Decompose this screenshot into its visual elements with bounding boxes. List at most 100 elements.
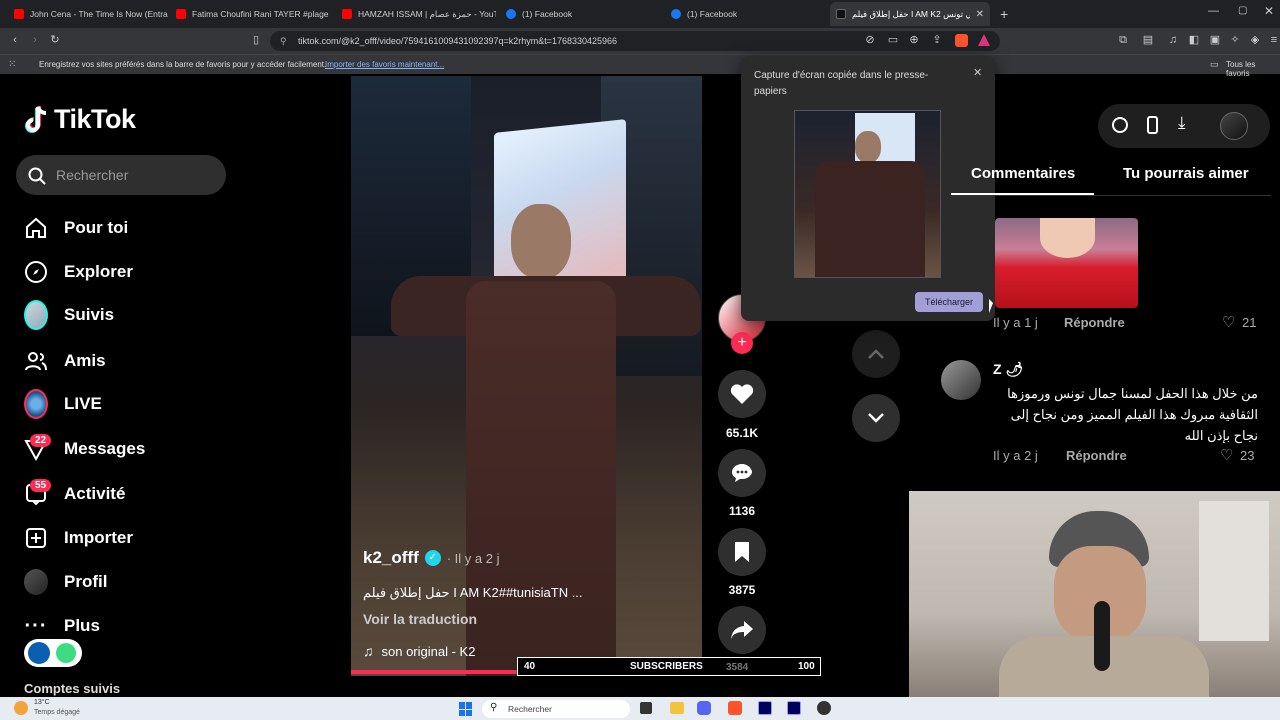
browser-tab[interactable]: Fatima Choufini Rani TAYER #plage # (170, 4, 330, 24)
tab-label: John Cena - The Time Is Now (Entran (30, 9, 168, 19)
maximize-icon[interactable]: ▢ (1238, 5, 1247, 16)
compass-icon (24, 260, 48, 284)
bookmarks-bar: ⁙ Enregistrez vos sites préférés dans la… (0, 54, 1280, 78)
music-icon[interactable]: ♫ (1167, 34, 1179, 46)
share-arrow-icon (731, 621, 753, 639)
video-player[interactable]: k2_offf ✓ · Il y a 2 j حفل إطلاق فيلم I … (351, 76, 702, 676)
webcam-overlay (909, 491, 1280, 697)
video-author[interactable]: k2_offf (363, 548, 419, 568)
browser-tab[interactable]: HAMZAH ISSAM | حمزة عصام - YouTu (336, 4, 496, 24)
phone-icon[interactable] (1147, 116, 1158, 134)
share-button[interactable] (718, 606, 766, 654)
brave-shield-icon[interactable] (955, 34, 968, 47)
goal-label: SUBSCRIBERS (630, 661, 703, 672)
site-info-icon[interactable]: ⚲ (280, 31, 287, 51)
comment-time: Il y a 2 j (993, 448, 1038, 463)
comment-image[interactable] (995, 218, 1138, 308)
nav-live[interactable]: LIVE (24, 389, 102, 419)
after-effects-icon[interactable] (787, 701, 801, 715)
media-icon[interactable]: ⊘ (864, 34, 876, 46)
commenter-name[interactable]: Z 🌶 (993, 361, 1023, 378)
sound-row[interactable]: ♫ son original - K2 (363, 643, 475, 659)
close-window-icon[interactable]: ✕ (1264, 4, 1274, 18)
browser-toolbar: ‹ › ↻ ▯ ⚲ tiktok.com/@k2_offf/video/7594… (0, 28, 1280, 54)
previous-video-button[interactable] (852, 330, 900, 378)
vpn-icon[interactable]: ◈ (1249, 34, 1261, 46)
tab-tu-pourrais-aimer[interactable]: Tu pourrais aimer (1123, 165, 1249, 182)
webcam-microphone (1094, 601, 1110, 671)
weather-icon[interactable] (14, 701, 28, 715)
heart-outline-icon[interactable]: ♡ (1222, 313, 1235, 331)
tab-commentaires[interactable]: Commentaires (971, 165, 1075, 182)
home-icon (24, 216, 48, 240)
import-bookmarks-link[interactable]: Importer des favoris maintenant... (325, 60, 444, 69)
share-icon[interactable]: ⇪ (931, 34, 943, 46)
discord-icon[interactable] (697, 701, 711, 715)
chevron-down-icon (868, 413, 884, 423)
reply-button[interactable]: Répondre (1066, 448, 1127, 463)
tiktok-logo[interactable]: TikTok (24, 104, 136, 135)
download-button[interactable]: Télécharger (915, 292, 983, 312)
app-toggle[interactable] (24, 639, 82, 667)
ai-icon[interactable]: ✧ (1229, 34, 1241, 46)
wallet-icon[interactable]: ▣ (1209, 34, 1221, 46)
coins-icon[interactable] (1112, 117, 1128, 133)
browser-tab[interactable]: (1) Facebook (500, 4, 660, 24)
back-icon[interactable]: ‹ (9, 34, 21, 46)
brave-rewards-icon[interactable] (978, 34, 990, 46)
nav-profil[interactable]: Profil (24, 569, 107, 595)
nav-plus[interactable]: ··· Plus (24, 614, 100, 638)
brave-icon[interactable] (728, 701, 742, 715)
user-avatar[interactable] (1220, 112, 1248, 140)
avatar-icon (24, 300, 48, 330)
minimize-icon[interactable]: — (1208, 5, 1219, 17)
see-translation-link[interactable]: Voir la traduction (363, 611, 477, 627)
menu-icon[interactable]: ≡ (1268, 34, 1280, 46)
reload-icon[interactable]: ↻ (49, 34, 61, 46)
premiere-icon[interactable] (758, 701, 772, 715)
logo-text: TikTok (54, 104, 136, 134)
save-button[interactable] (718, 528, 766, 576)
mouse-cursor-icon (989, 299, 993, 313)
download-icon[interactable]: ⤓ (1178, 113, 1186, 133)
windows-start-icon[interactable] (459, 702, 473, 716)
all-bookmarks[interactable]: Tous les favoris (1226, 60, 1280, 78)
goal-end: 100 (798, 661, 815, 672)
cast-icon[interactable]: ▭ (887, 34, 899, 46)
extensions-icon[interactable]: ⧉ (1117, 34, 1129, 46)
next-video-button[interactable] (852, 394, 900, 442)
apps-icon[interactable]: ⁙ (8, 59, 16, 70)
new-tab-icon[interactable]: + (1000, 6, 1008, 22)
reply-button[interactable]: Répondre (1064, 315, 1125, 330)
split-view-icon[interactable]: ◧ (1188, 34, 1200, 46)
tab-label: (1) Facebook (522, 9, 573, 19)
obs-icon[interactable] (817, 701, 831, 715)
nav-suivis[interactable]: Suivis (24, 300, 114, 330)
file-explorer-icon[interactable] (670, 702, 684, 714)
nav-importer[interactable]: Importer (24, 526, 133, 550)
close-tab-icon[interactable]: ✕ (976, 9, 984, 20)
comment-time: Il y a 1 j (993, 315, 1038, 330)
sidebar-icon[interactable]: ▤ (1142, 34, 1154, 46)
nav-amis[interactable]: Amis (24, 349, 106, 373)
commenter-avatar[interactable] (941, 360, 981, 400)
close-icon[interactable]: ✕ (973, 66, 982, 79)
task-view-icon[interactable] (640, 702, 652, 714)
comment-button[interactable] (718, 449, 766, 497)
bookmark-icon[interactable]: ▯ (250, 34, 262, 46)
browser-tab-active[interactable]: حفل إطلاق فيلم I AM K2 في تونس ✕ (830, 2, 990, 26)
forward-icon[interactable]: › (29, 34, 41, 46)
heart-outline-icon[interactable]: ♡ (1220, 446, 1233, 464)
like-button[interactable] (718, 370, 766, 418)
nav-pour-toi[interactable]: Pour toi (24, 216, 128, 240)
following-accounts-heading: Comptes suivis (24, 681, 121, 696)
follow-plus-icon[interactable]: + (731, 332, 753, 354)
youtube-icon (14, 9, 24, 19)
taskbar-search[interactable]: ⚲ Rechercher (482, 700, 630, 718)
browser-tab[interactable]: John Cena - The Time Is Now (Entran (8, 4, 168, 24)
subscriber-goal-bar: 40 SUBSCRIBERS 3584 100 (517, 657, 821, 676)
browser-tab[interactable]: (1) Facebook (665, 4, 825, 24)
zoom-icon[interactable]: ⊕ (908, 34, 920, 46)
search-input[interactable]: Rechercher (16, 155, 226, 195)
nav-explorer[interactable]: Explorer (24, 260, 133, 284)
